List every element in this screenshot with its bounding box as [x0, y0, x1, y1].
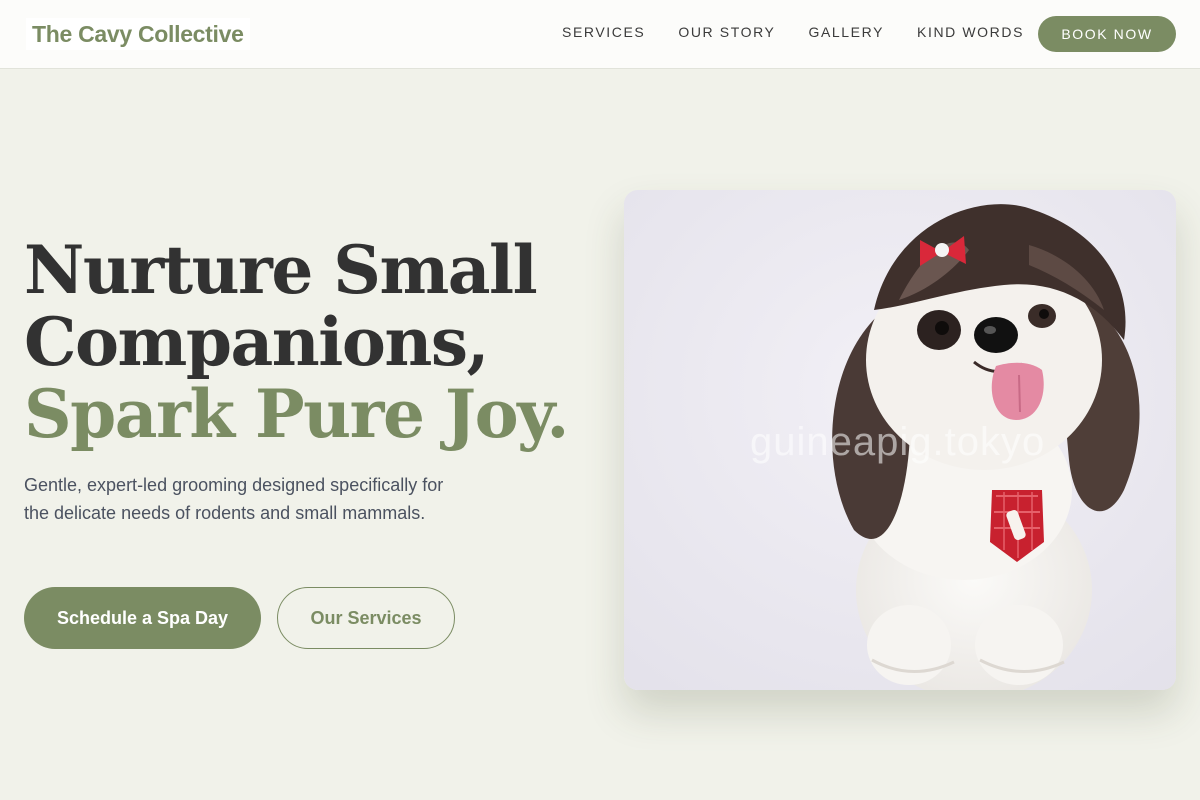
nav-link-gallery[interactable]: GALLERY: [808, 22, 884, 42]
brand-logo[interactable]: The Cavy Collective: [26, 18, 250, 50]
book-now-button[interactable]: BOOK NOW: [1038, 16, 1176, 52]
hero-title: Nurture Small Companions, Spark Pure Joy…: [24, 234, 604, 450]
nav-links: SERVICES OUR STORY GALLERY KIND WORDS: [562, 22, 1024, 42]
hero-title-line-2: Companions,: [24, 303, 490, 381]
hero-subtitle: Gentle, expert-led grooming designed spe…: [24, 475, 444, 523]
nav-link-our-story[interactable]: OUR STORY: [678, 22, 775, 42]
hero-title-line-1: Nurture Small: [24, 231, 538, 309]
hero-title-accent-line: Spark Pure Joy.: [24, 375, 569, 453]
schedule-spa-day-button[interactable]: Schedule a Spa Day: [24, 587, 261, 649]
image-watermark: guineapig.tokyo: [750, 420, 1046, 464]
our-services-button[interactable]: Our Services: [277, 587, 455, 649]
top-navigation-bar: The Cavy Collective SERVICES OUR STORY G…: [0, 0, 1200, 69]
nav-link-kind-words[interactable]: KIND WORDS: [917, 22, 1024, 42]
nav-link-services[interactable]: SERVICES: [562, 22, 645, 42]
